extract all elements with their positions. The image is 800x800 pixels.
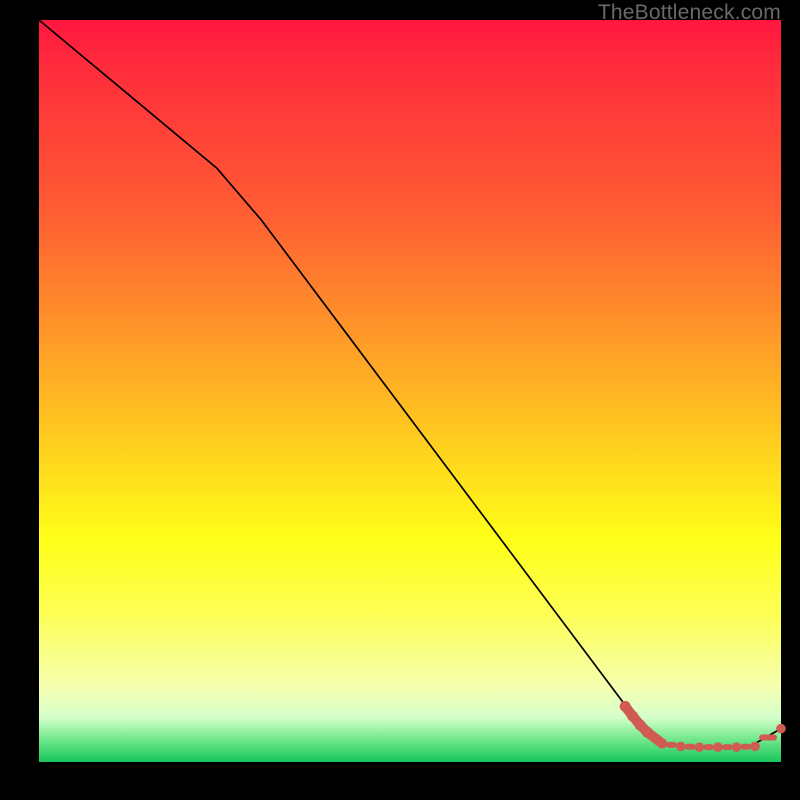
bottleneck-curve xyxy=(39,20,781,747)
marker-point-group xyxy=(620,701,786,752)
marker-dash xyxy=(703,744,714,750)
chart-overlay xyxy=(39,20,781,762)
marker-dash xyxy=(759,735,777,741)
marker-point xyxy=(695,742,705,752)
marker-point xyxy=(657,739,667,749)
marker-point xyxy=(713,742,723,752)
marker-point xyxy=(776,724,786,734)
marker-dash xyxy=(722,744,733,750)
marker-dash xyxy=(685,744,696,750)
watermark-text: TheBottleneck.com xyxy=(598,1,781,25)
marker-point xyxy=(642,727,653,738)
marker-point xyxy=(627,711,638,722)
marker-dash xyxy=(740,744,751,750)
marker-point xyxy=(676,742,686,752)
marker-point xyxy=(620,701,631,712)
chart-frame: TheBottleneck.com xyxy=(0,0,800,800)
marker-dash xyxy=(666,742,677,748)
marker-point xyxy=(750,742,760,752)
marker-point xyxy=(732,742,742,752)
